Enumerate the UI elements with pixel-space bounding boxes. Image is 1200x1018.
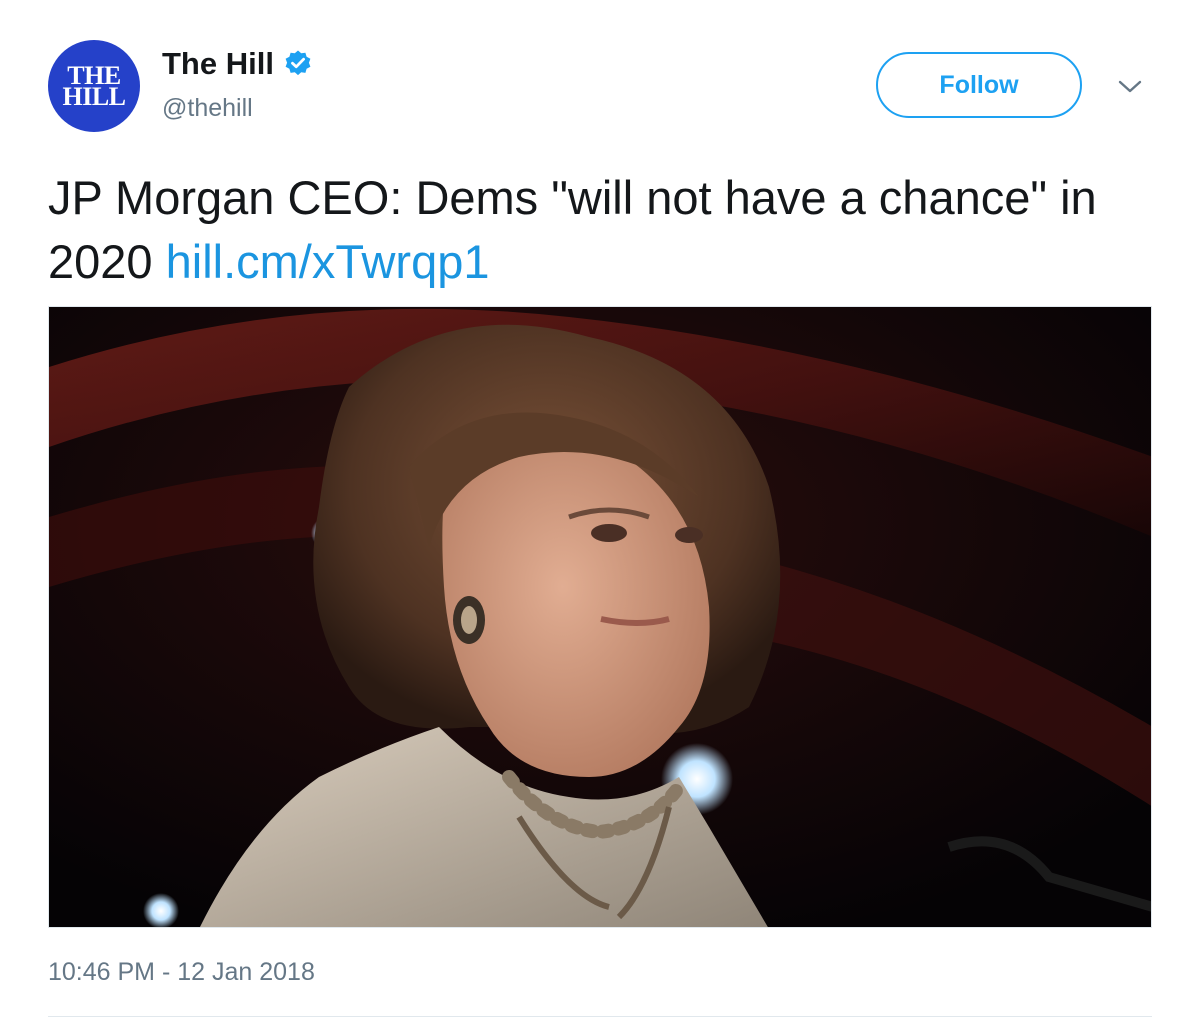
- divider: [48, 1016, 1152, 1017]
- photo-image: [49, 307, 1151, 927]
- follow-button[interactable]: Follow: [876, 52, 1082, 118]
- verified-badge-icon: [283, 49, 313, 79]
- chevron-down-icon: [1118, 80, 1142, 93]
- display-name-row[interactable]: The Hill: [162, 46, 313, 82]
- avatar-line-2: HILL: [62, 82, 126, 111]
- tweet-text: JP Morgan CEO: Dems "will not have a cha…: [48, 166, 1158, 294]
- tweet-link[interactable]: hill.cm/xTwrqp1: [166, 235, 490, 288]
- tweet-timestamp[interactable]: 10:46 PM - 12 Jan 2018: [48, 958, 315, 987]
- more-options-button[interactable]: [1112, 72, 1148, 102]
- user-handle[interactable]: @thehill: [162, 94, 253, 123]
- avatar[interactable]: THE HILL: [48, 40, 140, 132]
- display-name[interactable]: The Hill: [162, 46, 274, 82]
- tweet-photo[interactable]: [48, 306, 1152, 928]
